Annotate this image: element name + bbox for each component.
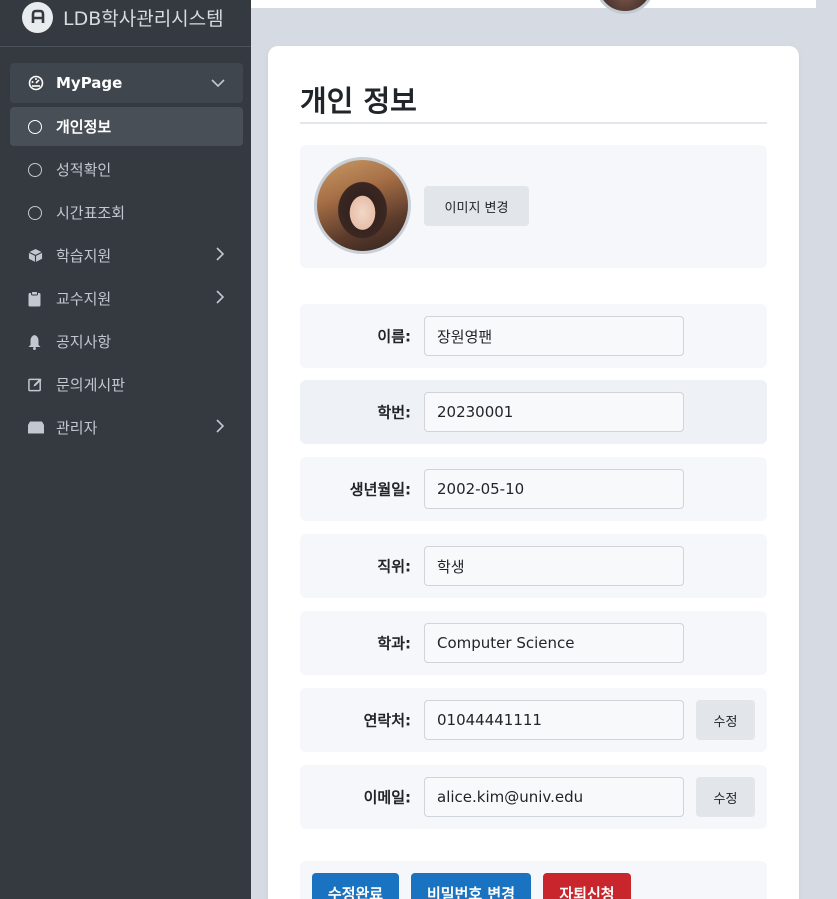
field-row-department: 학과:	[300, 611, 767, 675]
app-logo-icon	[22, 1, 53, 33]
bell-icon	[28, 334, 48, 350]
sidebar-item-label: 관리자	[56, 419, 98, 437]
save-button[interactable]: 수정완료	[312, 873, 399, 899]
dashboard-icon	[28, 75, 48, 91]
sidebar-item-label: 시간표조회	[56, 204, 126, 222]
top-navbar	[251, 0, 816, 8]
name-field[interactable]	[424, 316, 684, 356]
drawer-icon	[28, 421, 48, 434]
field-label: 연락처:	[363, 711, 411, 730]
sidebar-item-grades[interactable]: 성적확인	[10, 150, 243, 189]
sidebar-item-admin[interactable]: 관리자	[10, 408, 243, 447]
edit-phone-button[interactable]: 수정	[696, 700, 755, 740]
sidebar-item-label: 학습지원	[56, 247, 112, 265]
field-row-position: 직위:	[300, 534, 767, 598]
withdraw-button[interactable]: 자퇴신청	[543, 873, 631, 899]
field-row-email: 이메일: 수정	[300, 765, 767, 829]
sidebar-item-timetable[interactable]: 시간표조회	[10, 193, 243, 232]
sidebar-item-label: 개인정보	[56, 118, 112, 136]
edit-icon	[28, 377, 48, 392]
sidebar-item-professor-support[interactable]: 교수지원	[10, 279, 243, 318]
student-id-field[interactable]	[424, 392, 684, 432]
sidebar: LDB학사관리시스템 MyPage 개인정보 성적확인 시간표조회 학습지원 교…	[0, 0, 251, 899]
sidebar-item-label: 공지사항	[56, 333, 112, 351]
chevron-down-icon	[211, 74, 225, 92]
edit-email-button[interactable]: 수정	[696, 777, 755, 817]
email-field[interactable]	[424, 777, 684, 817]
field-label: 학번:	[377, 403, 411, 422]
chevron-right-icon	[215, 289, 225, 308]
title-divider	[300, 122, 767, 124]
sidebar-item-label: 문의게시판	[56, 376, 126, 394]
sidebar-nav: MyPage 개인정보 성적확인 시간표조회 학습지원 교수지원 공지사항 문의…	[0, 47, 251, 447]
action-buttons: 수정완료 비밀번호 변경 자퇴신청	[300, 861, 767, 899]
page-title: 개인 정보	[300, 84, 417, 118]
change-password-button[interactable]: 비밀번호 변경	[411, 873, 531, 899]
brand-title: LDB학사관리시스템	[63, 7, 224, 30]
field-row-birthdate: 생년월일:	[300, 457, 767, 521]
sidebar-item-notices[interactable]: 공지사항	[10, 322, 243, 361]
field-label: 이메일:	[363, 788, 411, 807]
field-row-phone: 연락처: 수정	[300, 688, 767, 752]
field-label: 학과:	[377, 634, 411, 653]
sidebar-item-label: 성적확인	[56, 161, 112, 179]
profile-image-section: 이미지 변경	[300, 145, 767, 268]
sidebar-item-label: MyPage	[56, 74, 123, 92]
field-label: 생년월일:	[349, 480, 411, 499]
chevron-right-icon	[215, 418, 225, 437]
phone-field[interactable]	[424, 700, 684, 740]
sidebar-item-learning-support[interactable]: 학습지원	[10, 236, 243, 275]
chevron-right-icon	[215, 246, 225, 265]
sidebar-item-mypage[interactable]: MyPage	[10, 63, 243, 103]
sidebar-item-personal-info[interactable]: 개인정보	[10, 107, 243, 146]
change-image-button[interactable]: 이미지 변경	[424, 186, 529, 226]
circle-icon	[28, 119, 48, 134]
profile-avatar	[314, 157, 411, 254]
circle-icon	[28, 162, 48, 177]
clipboard-icon	[28, 290, 48, 307]
box-icon	[28, 248, 48, 263]
field-row-student-id: 학번:	[300, 380, 767, 444]
birthdate-field[interactable]	[424, 469, 684, 509]
department-field[interactable]	[424, 623, 684, 663]
field-label: 직위:	[377, 557, 411, 576]
position-field[interactable]	[424, 546, 684, 586]
sidebar-item-label: 교수지원	[56, 290, 112, 308]
field-label: 이름:	[377, 327, 411, 346]
brand-link[interactable]: LDB학사관리시스템	[0, 0, 251, 47]
circle-icon	[28, 205, 48, 220]
field-row-name: 이름:	[300, 304, 767, 368]
personal-info-card: 개인 정보 이미지 변경 이름: 학번: 생년월일: 직위: 학과: 연락처: …	[268, 46, 799, 899]
sidebar-item-inquiry-board[interactable]: 문의게시판	[10, 365, 243, 404]
